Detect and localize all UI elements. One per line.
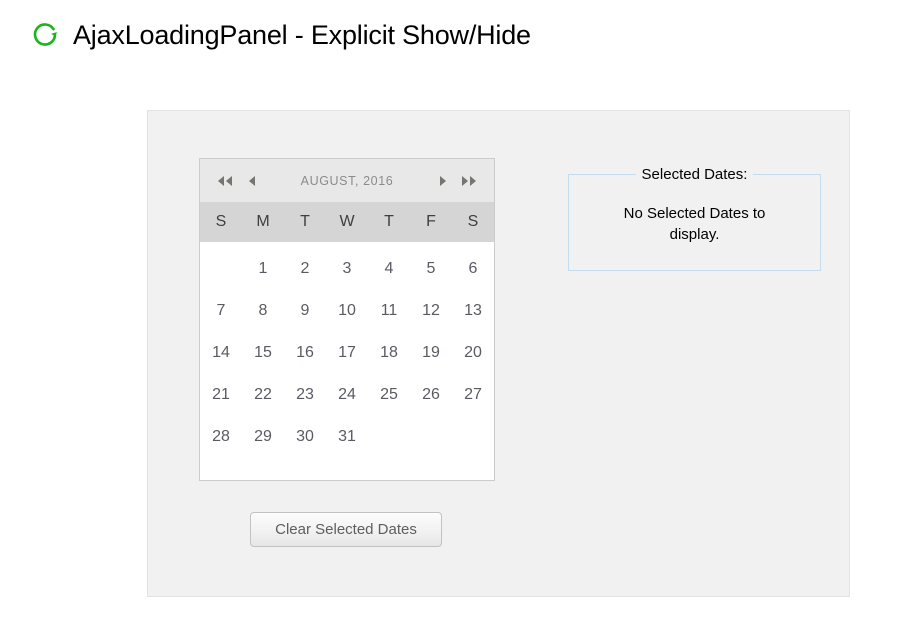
calendar-day-cell[interactable]: 21: [200, 374, 242, 416]
calendar: AUGUST, 2016 S M T W T F S 1 2 3 4 5 6 7…: [199, 158, 495, 481]
day-name: W: [339, 213, 355, 230]
calendar-fast-prev-button[interactable]: [212, 168, 238, 194]
calendar-day-cell[interactable]: 17: [326, 332, 368, 374]
day-name: S: [467, 213, 479, 230]
calendar-body: 1 2 3 4 5 6 7 8 9 10 11 12 13 14 15 16 1…: [200, 242, 494, 480]
day-name: T: [384, 213, 394, 230]
calendar-day-cell[interactable]: 28: [200, 416, 242, 458]
calendar-day-cell[interactable]: 8: [242, 290, 284, 332]
calendar-fast-next-button[interactable]: [456, 168, 482, 194]
calendar-day-cell[interactable]: 31: [326, 416, 368, 458]
calendar-title: AUGUST, 2016: [300, 173, 394, 188]
calendar-day-cell[interactable]: 29: [242, 416, 284, 458]
day-name: F: [426, 213, 436, 230]
page-header: AjaxLoadingPanel - Explicit Show/Hide: [30, 20, 531, 50]
calendar-day-cell[interactable]: 7: [200, 290, 242, 332]
calendar-day-cell[interactable]: 9: [284, 290, 326, 332]
calendar-day-cell[interactable]: 25: [368, 374, 410, 416]
calendar-week-row: 21 22 23 24 25 26 27: [200, 374, 494, 416]
calendar-day-cell[interactable]: 30: [284, 416, 326, 458]
calendar-day-cell[interactable]: 2: [284, 248, 326, 290]
calendar-day-cell[interactable]: 18: [368, 332, 410, 374]
calendar-day-cell[interactable]: 11: [368, 290, 410, 332]
calendar-day-cell[interactable]: 6: [452, 248, 494, 290]
calendar-prev-button[interactable]: [238, 168, 264, 194]
calendar-day-cell[interactable]: 19: [410, 332, 452, 374]
calendar-day-cell[interactable]: 13: [452, 290, 494, 332]
calendar-day-cell[interactable]: 27: [452, 374, 494, 416]
page-title: AjaxLoadingPanel - Explicit Show/Hide: [73, 19, 531, 50]
calendar-day-cell[interactable]: 15: [242, 332, 284, 374]
calendar-week-row: 1 2 3 4 5 6: [200, 248, 494, 290]
clear-selected-dates-button[interactable]: Clear Selected Dates: [250, 512, 442, 547]
day-name: T: [300, 213, 310, 230]
calendar-day-cell[interactable]: 26: [410, 374, 452, 416]
calendar-day-cell[interactable]: 1: [242, 248, 284, 290]
calendar-week-row: 28 29 30 31: [200, 416, 494, 458]
calendar-week-row: 14 15 16 17 18 19 20: [200, 332, 494, 374]
refresh-loading-icon: [30, 20, 60, 50]
calendar-next-button[interactable]: [430, 168, 456, 194]
demo-panel: AUGUST, 2016 S M T W T F S 1 2 3 4 5 6 7…: [147, 110, 850, 597]
calendar-day-names: S M T W T F S: [200, 202, 494, 242]
calendar-day-cell[interactable]: 10: [326, 290, 368, 332]
calendar-day-cell[interactable]: 12: [410, 290, 452, 332]
calendar-day-cell[interactable]: 16: [284, 332, 326, 374]
day-name: M: [256, 213, 270, 230]
calendar-day-cell[interactable]: 23: [284, 374, 326, 416]
calendar-day-cell[interactable]: 4: [368, 248, 410, 290]
calendar-header: AUGUST, 2016: [200, 159, 494, 202]
calendar-day-cell[interactable]: 24: [326, 374, 368, 416]
selected-dates-legend: Selected Dates:: [641, 166, 748, 183]
calendar-week-row: 7 8 9 10 11 12 13: [200, 290, 494, 332]
calendar-day-cell[interactable]: 22: [242, 374, 284, 416]
calendar-day-cell[interactable]: 20: [452, 332, 494, 374]
selected-dates-panel: Selected Dates: No Selected Dates to dis…: [568, 166, 821, 271]
day-name: S: [215, 213, 227, 230]
selected-dates-message: No Selected Dates to display.: [623, 205, 766, 243]
calendar-day-cell[interactable]: 5: [410, 248, 452, 290]
calendar-day-cell[interactable]: 14: [200, 332, 242, 374]
calendar-day-cell[interactable]: 3: [326, 248, 368, 290]
